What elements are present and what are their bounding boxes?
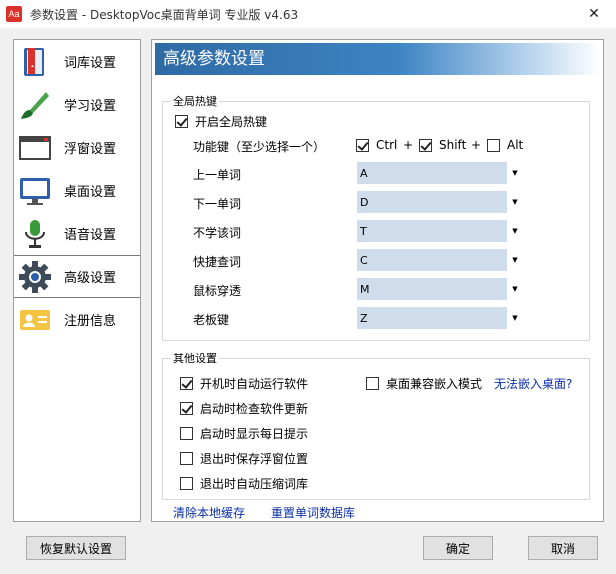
close-button[interactable]: ✕ (572, 0, 616, 28)
checkbox-label: Alt (507, 138, 524, 152)
checkbox-box (356, 138, 369, 152)
dropdown-arrow-icon[interactable]: ▼ (507, 307, 523, 329)
sidebar-item-advanced[interactable]: 高级设置 (14, 255, 140, 298)
sidebar: 词库设置 学习设置 浮窗设置 桌面设置 语音设置 高级设置 注册信息 (13, 39, 141, 522)
hotkey-select-quick-lookup[interactable]: C ▼ (357, 249, 523, 271)
hotkey-select-prev-word[interactable]: A ▼ (357, 162, 523, 184)
sidebar-item-label: 桌面设置 (64, 185, 117, 200)
gear-icon (18, 260, 52, 294)
checkbox-label: 退出时自动压缩词库 (200, 477, 309, 491)
other-settings-legend: 其他设置 (173, 352, 217, 365)
checkbox-label: 桌面兼容嵌入模式 (386, 377, 483, 391)
reset-database-link[interactable]: 重置单词数据库 (271, 504, 355, 521)
checkbox-box (366, 377, 379, 390)
brush-icon (18, 88, 52, 122)
plus-sign: + (471, 138, 482, 152)
checkbox-label: 启动时显示每日提示 (200, 427, 309, 441)
hotkey-select-mouse-through[interactable]: M ▼ (357, 278, 523, 300)
sidebar-item-desktop[interactable]: 桌面设置 (14, 169, 140, 212)
hotkey-label-quick-lookup: 快捷查词 (193, 255, 242, 269)
hotkey-select-skip-word[interactable]: T ▼ (357, 220, 523, 242)
app-icon: Aa (6, 6, 22, 22)
hotkey-group-legend: 全局热键 (173, 95, 217, 108)
microphone-icon (18, 217, 52, 251)
checkbox-box (180, 477, 193, 490)
cannot-embed-link[interactable]: 无法嵌入桌面? (494, 375, 572, 392)
select-value: C (360, 253, 368, 267)
ctrl-checkbox[interactable]: Ctrl (356, 138, 397, 152)
checkbox-box (180, 377, 193, 390)
autostart-checkbox[interactable]: 开机时自动运行软件 (180, 375, 308, 392)
dropdown-arrow-icon[interactable]: ▼ (507, 162, 523, 184)
checkbox-label: 启动时检查软件更新 (200, 402, 309, 416)
page-title: 高级参数设置 (155, 43, 600, 75)
checkbox-label: 退出时保存浮窗位置 (200, 452, 309, 466)
select-value: A (360, 166, 368, 180)
clear-cache-link[interactable]: 清除本地缓存 (173, 504, 245, 521)
hotkey-label-prev-word: 上一单词 (193, 168, 242, 182)
hotkey-label-mouse-through: 鼠标穿透 (193, 284, 242, 298)
hotkey-label-next-word: 下一单词 (193, 197, 242, 211)
dropdown-arrow-icon[interactable]: ▼ (507, 278, 523, 300)
sidebar-item-registration[interactable]: 注册信息 (14, 298, 140, 341)
book-icon (18, 45, 52, 79)
select-value: D (360, 195, 369, 209)
select-value: M (360, 282, 370, 296)
window-icon (18, 131, 52, 165)
save-window-position-checkbox[interactable]: 退出时保存浮窗位置 (180, 450, 308, 467)
ok-button[interactable]: 确定 (423, 536, 493, 560)
hotkey-label-boss-key: 老板键 (193, 313, 230, 327)
dropdown-arrow-icon[interactable]: ▼ (507, 220, 523, 242)
shift-checkbox[interactable]: Shift (419, 138, 466, 152)
daily-tip-checkbox[interactable]: 启动时显示每日提示 (180, 425, 308, 442)
plus-sign: + (403, 138, 414, 152)
alt-checkbox[interactable]: Alt (487, 138, 523, 152)
dropdown-arrow-icon[interactable]: ▼ (507, 249, 523, 271)
modifier-label: 功能键（至少选择一个） (193, 140, 326, 154)
check-update-checkbox[interactable]: 启动时检查软件更新 (180, 400, 308, 417)
checkbox-label: Shift (439, 138, 467, 152)
id-card-icon (18, 303, 52, 337)
sidebar-item-label: 词库设置 (64, 56, 117, 71)
hotkey-select-next-word[interactable]: D ▼ (357, 191, 523, 213)
checkbox-box (487, 138, 500, 152)
dropdown-arrow-icon[interactable]: ▼ (507, 191, 523, 213)
checkbox-box (175, 115, 188, 128)
checkbox-box (180, 427, 193, 440)
select-value: Z (360, 311, 368, 325)
hotkey-group: 全局热键 (162, 93, 590, 341)
restore-defaults-button[interactable]: 恢复默认设置 (26, 536, 126, 560)
sidebar-item-voice[interactable]: 语音设置 (14, 212, 140, 255)
checkbox-box (180, 452, 193, 465)
sidebar-item-vocabulary[interactable]: 词库设置 (14, 40, 140, 83)
sidebar-item-label: 注册信息 (64, 314, 117, 329)
window-title: 参数设置 - DesktopVoc桌面背单词 专业版 v4.63 (30, 7, 299, 22)
sidebar-item-float-window[interactable]: 浮窗设置 (14, 126, 140, 169)
checkbox-label: Ctrl (376, 138, 398, 152)
sidebar-item-label: 浮窗设置 (64, 142, 117, 157)
sidebar-item-label: 高级设置 (64, 271, 117, 286)
sidebar-item-label: 语音设置 (64, 228, 117, 243)
title-bar: Aa 参数设置 - DesktopVoc桌面背单词 专业版 v4.63 ✕ (0, 0, 616, 28)
hotkey-select-boss-key[interactable]: Z ▼ (357, 307, 523, 329)
monitor-icon (18, 174, 52, 208)
enable-hotkeys-checkbox[interactable]: 开启全局热键 (175, 113, 267, 130)
sidebar-item-study[interactable]: 学习设置 (14, 83, 140, 126)
checkbox-label: 开启全局热键 (195, 115, 268, 129)
hotkey-label-skip-word: 不学该词 (193, 226, 242, 240)
compress-library-checkbox[interactable]: 退出时自动压缩词库 (180, 475, 308, 492)
checkbox-box (419, 138, 432, 152)
select-value: T (360, 224, 367, 238)
checkbox-label: 开机时自动运行软件 (200, 377, 309, 391)
checkbox-box (180, 402, 193, 415)
desktop-embed-checkbox[interactable]: 桌面兼容嵌入模式 (366, 375, 482, 392)
cancel-button[interactable]: 取消 (528, 536, 598, 560)
sidebar-item-label: 学习设置 (64, 99, 117, 114)
